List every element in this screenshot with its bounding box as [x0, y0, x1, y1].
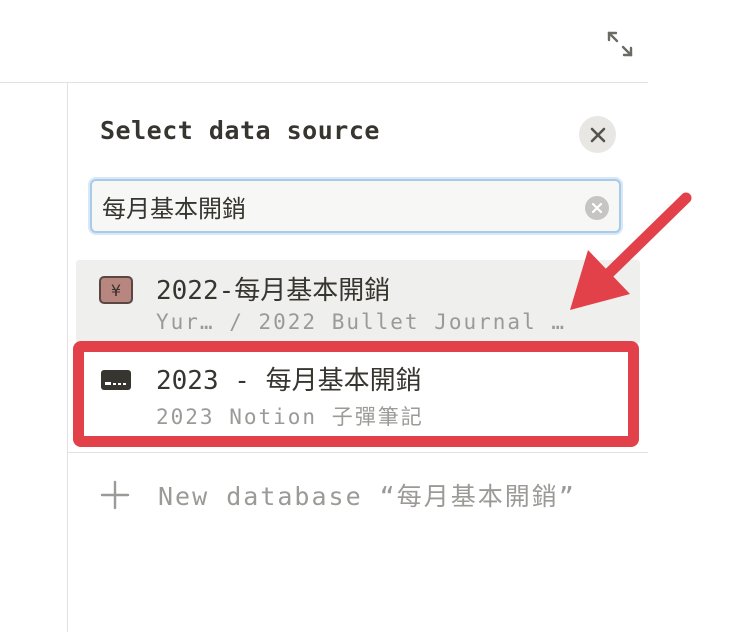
result-title: 2022-每月基本開銷 — [156, 276, 391, 306]
result-path: Yur… / 2022 Bullet Journal … — [156, 310, 567, 334]
expand-button[interactable] — [604, 28, 636, 60]
new-database-label: New database “每月基本開銷” — [158, 482, 576, 511]
yen-icon: ¥ — [99, 276, 133, 304]
plus-icon — [100, 480, 130, 510]
clear-search-button[interactable] — [585, 196, 609, 220]
result-item[interactable]: 2023 - 每月基本開銷 2023 Notion 子彈筆記 — [76, 346, 640, 430]
result-title: 2023 - 每月基本開銷 — [156, 366, 422, 396]
close-icon — [590, 127, 605, 142]
new-database-button[interactable]: New database “每月基本開銷” — [100, 475, 576, 515]
result-path: 2023 Notion 子彈筆記 — [156, 405, 424, 429]
top-divider — [0, 82, 648, 83]
search-input[interactable] — [102, 181, 572, 231]
credit-card-icon — [101, 370, 131, 390]
clear-search-icon — [591, 202, 603, 214]
result-item[interactable]: ¥ 2022-每月基本開銷 Yur… / 2022 Bullet Journal… — [76, 260, 640, 344]
svg-text:¥: ¥ — [111, 281, 121, 300]
panel-left-divider — [67, 83, 68, 632]
expand-icon — [607, 31, 633, 57]
list-divider — [68, 452, 648, 453]
panel-title: Select data source — [100, 116, 380, 145]
close-button[interactable] — [579, 116, 616, 153]
search-box — [90, 179, 621, 233]
